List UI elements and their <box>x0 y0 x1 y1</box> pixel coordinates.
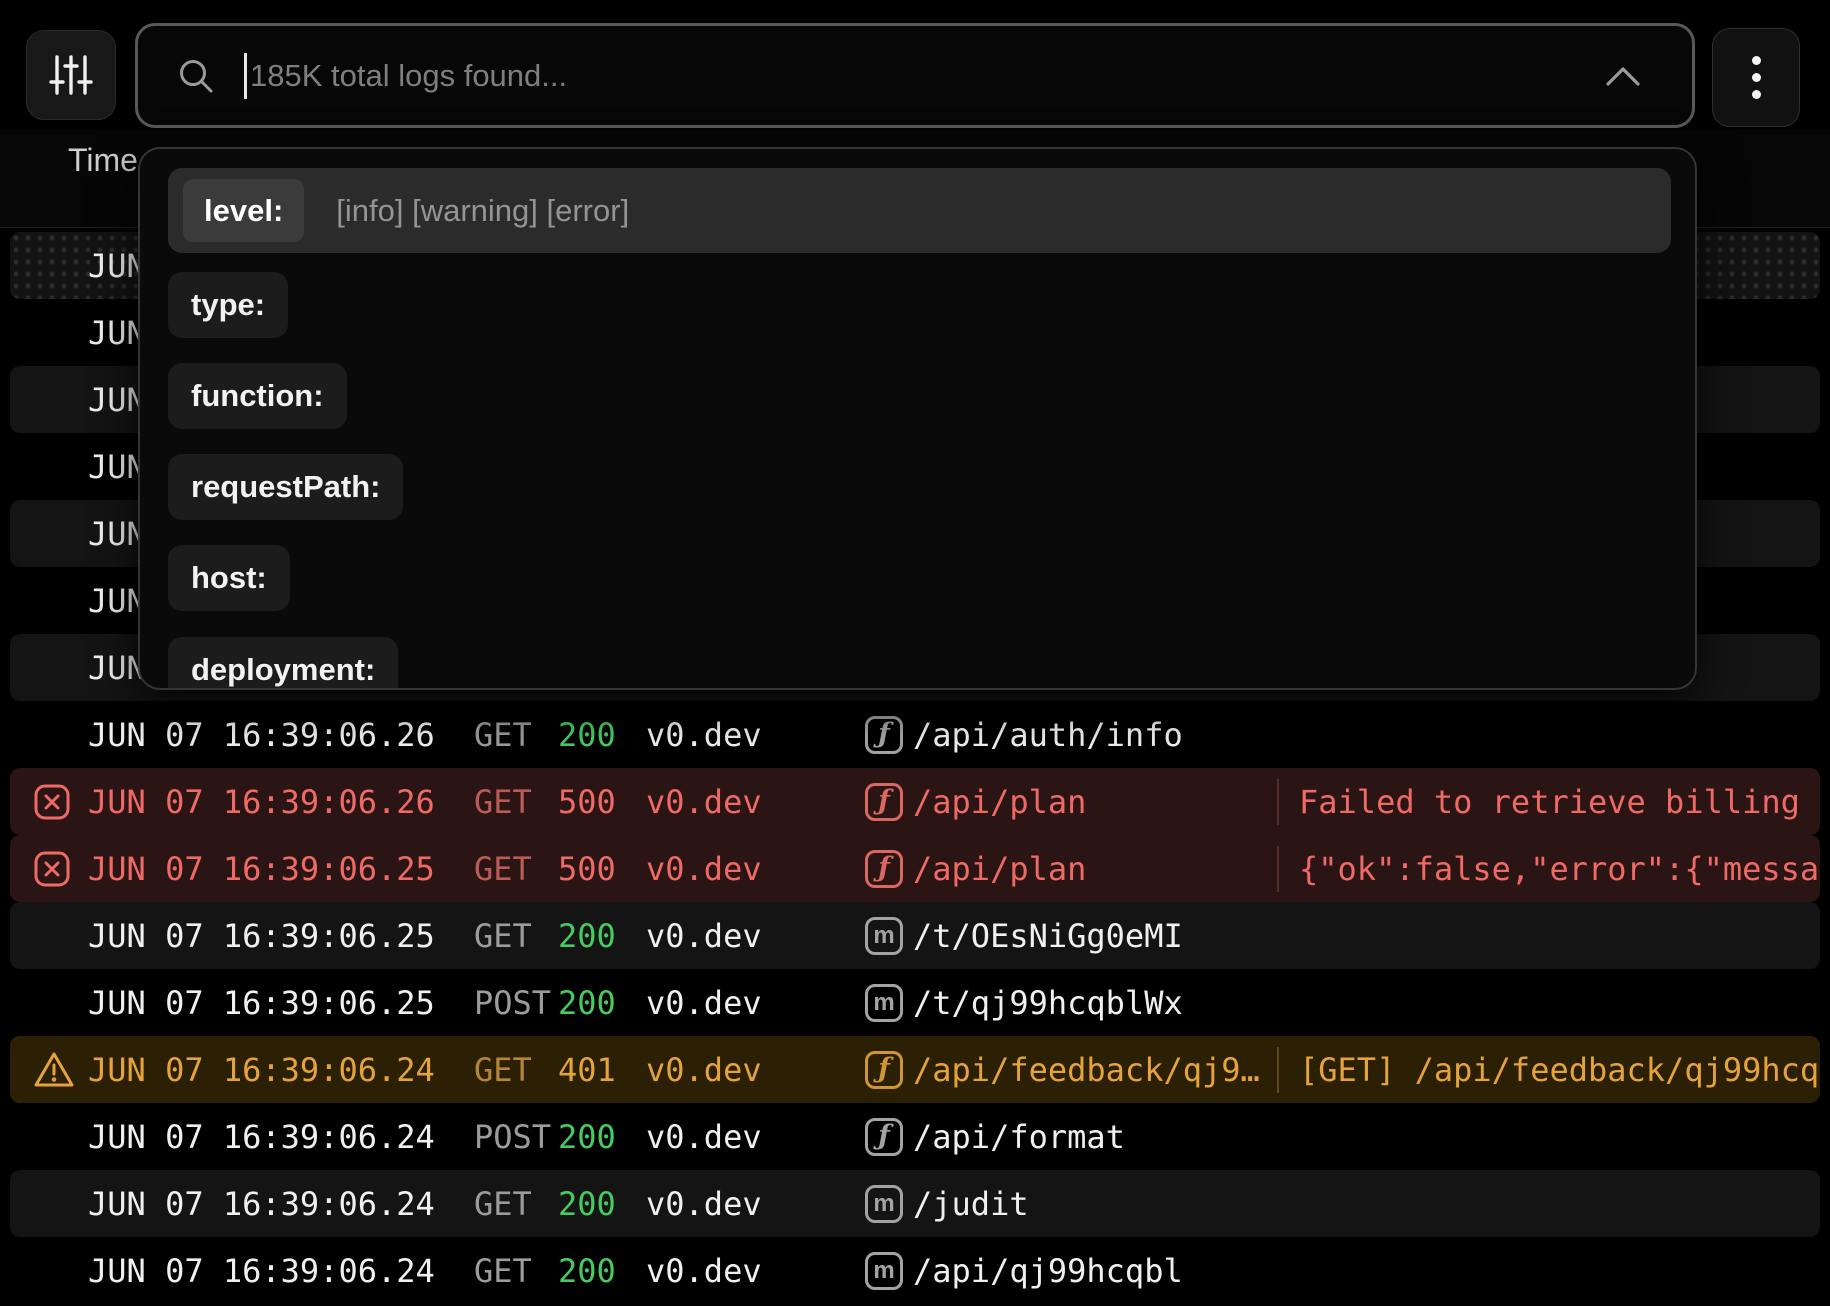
search-placeholder: 185K total logs found... <box>250 58 567 94</box>
chevron-up-icon[interactable] <box>1602 62 1644 90</box>
middleware-icon: m <box>865 1185 903 1223</box>
filter-button[interactable] <box>26 30 116 120</box>
log-method: GET <box>474 1051 532 1089</box>
log-time: JUN 07 16:39:06.25 <box>88 917 435 955</box>
log-path: /t/qj99hcqblWx <box>913 984 1183 1022</box>
suggestion-item-requestpath[interactable]: requestPath: <box>168 454 403 520</box>
log-time: JUN 07 16:39:06.24 <box>88 1185 435 1223</box>
suggestion-item-function[interactable]: function: <box>168 363 347 429</box>
log-message: Failed to retrieve billing <box>1277 779 1820 825</box>
middleware-icon: m <box>865 917 903 955</box>
sliders-icon <box>48 52 94 98</box>
log-row[interactable]: JUN 07 16:39:06.26 GET 500 v0.dev ƒ /api… <box>10 768 1820 835</box>
log-status: 200 <box>558 1118 616 1156</box>
log-time: JUN 07 16:39:06.25 <box>88 984 435 1022</box>
log-host: v0.dev <box>646 1252 762 1290</box>
log-row[interactable]: JUN 07 16:39:06.24 GET 200 v0.dev m /api… <box>10 1237 1820 1304</box>
log-message: [GET] /api/feedback/qj99hcq <box>1277 1047 1820 1093</box>
suggestion-hint: [info] [warning] [error] <box>336 193 629 229</box>
suggestion-item-host[interactable]: host: <box>168 545 290 611</box>
log-row[interactable]: JUN 07 16:39:06.25 GET 200 v0.dev m /t/O… <box>10 902 1820 969</box>
function-icon: ƒ <box>865 783 903 821</box>
suggestion-item-level[interactable]: level: [info] [warning] [error] <box>168 168 1671 253</box>
warning-icon <box>32 1049 76 1091</box>
log-path: /api/format <box>913 1118 1125 1156</box>
log-path: /api/qj99hcqbl <box>913 1252 1183 1290</box>
middleware-icon: m <box>865 984 903 1022</box>
time-column-header: Time <box>68 142 138 179</box>
function-icon: ƒ <box>865 1118 903 1156</box>
kebab-menu-icon <box>1752 56 1761 99</box>
log-status: 200 <box>558 1185 616 1223</box>
error-icon <box>32 849 72 889</box>
log-status: 200 <box>558 1252 616 1290</box>
suggestion-item-type[interactable]: type: <box>168 272 288 338</box>
log-method: GET <box>474 850 532 888</box>
log-time: JUN 07 16:39:06.24 <box>88 1051 435 1089</box>
log-path: /api/plan <box>913 783 1086 821</box>
log-method: POST <box>474 984 551 1022</box>
log-method: GET <box>474 716 532 754</box>
log-time: JUN 07 16:39:06.26 <box>88 716 435 754</box>
log-path: /api/plan <box>913 850 1086 888</box>
logs-screen: 185K total logs found... Time JUN JUN JU… <box>0 0 1830 1306</box>
log-status: 200 <box>558 984 616 1022</box>
log-status: 500 <box>558 850 616 888</box>
log-row[interactable]: JUN 07 16:39:06.24 GET 401 v0.dev ƒ /api… <box>10 1036 1820 1103</box>
log-row[interactable]: JUN 07 16:39:06.24 GET 200 v0.dev m /jud… <box>10 1170 1820 1237</box>
filter-suggestions-dropdown: level: [info] [warning] [error] type: fu… <box>138 147 1697 690</box>
log-time: JUN 07 16:39:06.24 <box>88 1118 435 1156</box>
log-host: v0.dev <box>646 1051 762 1089</box>
log-row[interactable]: JUN 07 16:39:06.26 GET 200 v0.dev ƒ /api… <box>10 701 1820 768</box>
log-method: GET <box>474 1185 532 1223</box>
log-row[interactable]: JUN 07 16:39:06.25 POST 200 v0.dev m /t/… <box>10 969 1820 1036</box>
search-icon <box>176 56 216 96</box>
log-host: v0.dev <box>646 1118 762 1156</box>
log-time: JUN 07 16:39:06.26 <box>88 783 435 821</box>
error-icon <box>32 782 72 822</box>
log-path: /judit <box>913 1185 1029 1223</box>
text-cursor <box>244 53 247 99</box>
suggestion-item-deployment[interactable]: deployment: <box>168 637 398 690</box>
log-status: 200 <box>558 716 616 754</box>
log-host: v0.dev <box>646 984 762 1022</box>
function-icon: ƒ <box>865 850 903 888</box>
log-time: JUN 07 16:39:06.24 <box>88 1252 435 1290</box>
log-path: /api/auth/info <box>913 716 1183 754</box>
log-host: v0.dev <box>646 850 762 888</box>
function-icon: ƒ <box>865 716 903 754</box>
log-host: v0.dev <box>646 783 762 821</box>
log-method: GET <box>474 783 532 821</box>
log-method: GET <box>474 1252 532 1290</box>
middleware-icon: m <box>865 1252 903 1290</box>
log-row[interactable]: JUN 07 16:39:06.24 POST 200 v0.dev ƒ /ap… <box>10 1103 1820 1170</box>
log-host: v0.dev <box>646 917 762 955</box>
log-host: v0.dev <box>646 716 762 754</box>
log-time: JUN 07 16:39:06.25 <box>88 850 435 888</box>
log-status: 401 <box>558 1051 616 1089</box>
log-method: POST <box>474 1118 551 1156</box>
more-options-button[interactable] <box>1712 28 1800 127</box>
log-status: 500 <box>558 783 616 821</box>
log-path: /api/feedback/qj9… <box>913 1051 1260 1089</box>
log-host: v0.dev <box>646 1185 762 1223</box>
suggestion-key: level: <box>183 179 304 242</box>
search-input[interactable]: 185K total logs found... <box>135 23 1695 128</box>
log-status: 200 <box>558 917 616 955</box>
function-icon: ƒ <box>865 1051 903 1089</box>
log-method: GET <box>474 917 532 955</box>
log-row[interactable]: JUN 07 16:39:06.25 GET 500 v0.dev ƒ /api… <box>10 835 1820 902</box>
log-message: {"ok":false,"error":{"messa <box>1277 846 1820 892</box>
log-path: /t/OEsNiGg0eMI <box>913 917 1183 955</box>
